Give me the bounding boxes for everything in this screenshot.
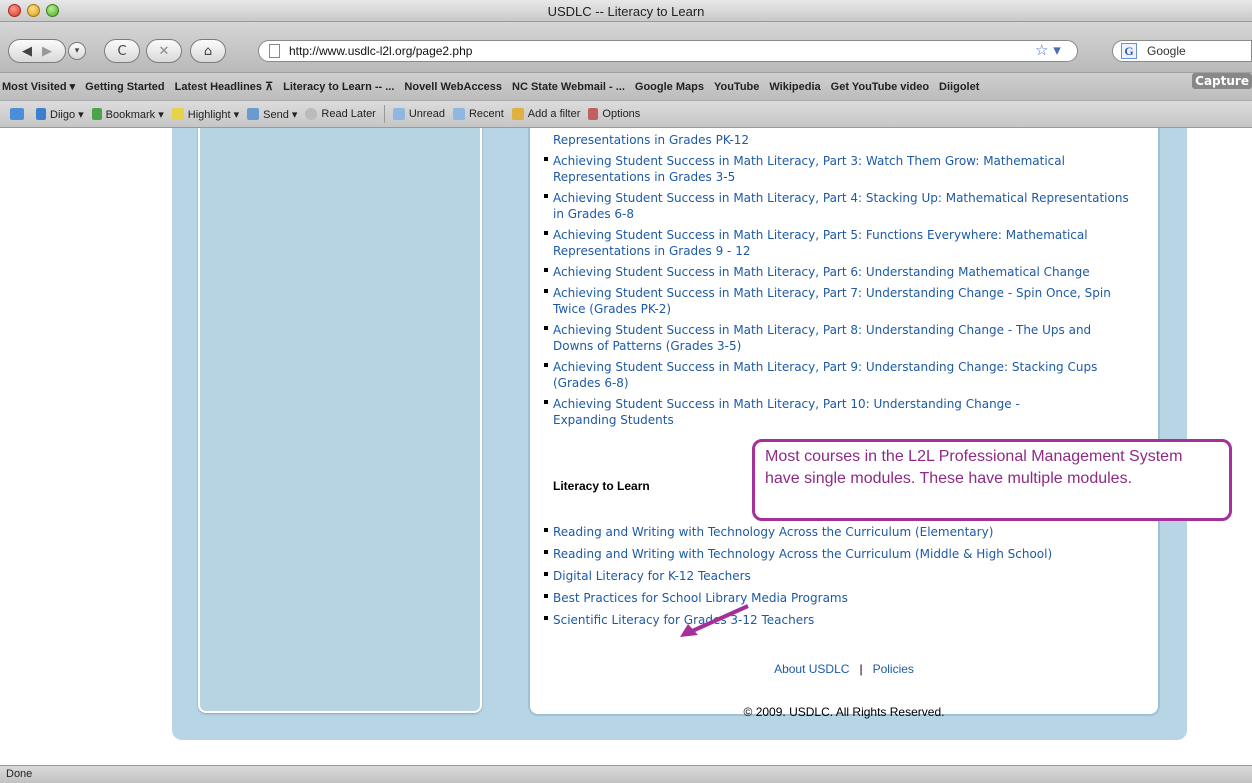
bookmark-menu[interactable]: Bookmark ▾	[91, 108, 164, 121]
bullet-icon	[544, 400, 548, 404]
bullet-icon	[544, 594, 548, 598]
bookmark-ncstate-webmail[interactable]: NC State Webmail - ...	[512, 81, 625, 93]
reload-button[interactable]: C	[104, 39, 140, 63]
course-link[interactable]: Best Practices for School Library Media …	[544, 590, 1134, 606]
capture-button[interactable]: Capture	[1192, 73, 1252, 89]
diigo-toolbar: Diigo ▾ Bookmark ▾ Highlight ▾ Send ▾ Re…	[0, 100, 1252, 128]
bullet-icon	[544, 289, 548, 293]
section-heading: Literacy to Learn	[553, 479, 650, 493]
bookmark-literacy-to-learn[interactable]: Literacy to Learn -- ...	[283, 81, 394, 93]
annotation-callout: Most courses in the L2L Professional Man…	[752, 439, 1232, 521]
policies-link[interactable]: Policies	[873, 662, 914, 676]
math-literacy-course-list: Representations in Grades PK-12 Achievin…	[544, 132, 1134, 433]
literacy-course-list: Reading and Writing with Technology Acro…	[544, 524, 1134, 634]
left-sidebar-panel	[198, 128, 482, 713]
course-link[interactable]: Reading and Writing with Technology Acro…	[544, 524, 1134, 540]
send-icon	[247, 108, 260, 120]
window-title: USDLC -- Literacy to Learn	[547, 4, 705, 19]
callout-arrow-icon	[680, 604, 749, 637]
course-link[interactable]: Representations in Grades PK-12	[544, 132, 1134, 148]
course-link[interactable]: Achieving Student Success in Math Litera…	[544, 322, 1134, 354]
address-bar[interactable]: http://www.usdlc-l2l.org/page2.php	[258, 40, 1078, 62]
reload-icon: C	[117, 43, 127, 59]
bookmark-diigolet[interactable]: Diigolet	[939, 81, 979, 93]
send-menu[interactable]: Send ▾	[247, 108, 297, 121]
status-bar: Done	[0, 765, 1252, 783]
back-arrow-icon[interactable]: ◀	[22, 44, 32, 59]
filter-icon	[511, 108, 524, 120]
stop-button[interactable]: ✕	[146, 39, 182, 63]
read-later-icon	[305, 108, 318, 120]
bookmark-latest-headlines[interactable]: Latest Headlines ⊼	[175, 80, 274, 93]
course-link[interactable]: Digital Literacy for K-12 Teachers	[544, 568, 1134, 584]
course-link[interactable]: Achieving Student Success in Math Litera…	[544, 190, 1134, 222]
folder-icon	[452, 108, 465, 120]
bullet-icon	[544, 326, 548, 330]
folder-icon	[392, 108, 405, 120]
bookmark-novell-webaccess[interactable]: Novell WebAccess	[404, 81, 502, 93]
course-link[interactable]: Achieving Student Success in Math Litera…	[544, 285, 1134, 317]
course-link[interactable]: Scientific Literacy for Grades 3-12 Teac…	[544, 612, 1134, 628]
diigo-logo-icon	[36, 108, 46, 120]
google-icon[interactable]: G	[1121, 43, 1137, 59]
footer-links: About USDLC | Policies	[528, 662, 1160, 676]
options-icon	[588, 108, 599, 120]
unread-button[interactable]: Unread	[392, 108, 445, 120]
bullet-icon	[544, 268, 548, 272]
toolbar-divider	[383, 105, 385, 123]
bullet-icon	[544, 572, 548, 576]
bookmark-wikipedia[interactable]: Wikipedia	[769, 81, 820, 93]
bookmark-icon	[91, 108, 102, 120]
page-icon	[269, 44, 280, 58]
course-link[interactable]: Achieving Student Success in Math Litera…	[544, 264, 1134, 280]
bookmark-youtube[interactable]: YouTube	[714, 81, 759, 93]
url-text[interactable]: http://www.usdlc-l2l.org/page2.php	[289, 44, 472, 58]
add-filter-button[interactable]: Add a filter	[511, 108, 580, 120]
bookmark-google-maps[interactable]: Google Maps	[635, 81, 704, 93]
options-button[interactable]: Options	[588, 108, 640, 120]
highlight-icon	[171, 108, 184, 120]
search-input[interactable]: Google	[1147, 44, 1186, 58]
bullet-icon	[544, 528, 548, 532]
bullet-icon	[544, 194, 548, 198]
home-icon: ⌂	[203, 43, 213, 59]
bookmark-get-youtube-video[interactable]: Get YouTube video	[831, 81, 929, 93]
window-titlebar: USDLC -- Literacy to Learn	[0, 0, 1252, 22]
course-link[interactable]: Achieving Student Success in Math Litera…	[544, 227, 1134, 259]
navigation-toolbar: ◀ ▶ ▾ C ✕ ⌂ http://www.usdlc-l2l.org/pag…	[0, 22, 1252, 72]
forward-arrow-icon[interactable]: ▶	[42, 44, 52, 59]
footer-separator: |	[859, 662, 863, 676]
history-dropdown-button[interactable]: ▾	[68, 42, 86, 60]
course-link[interactable]: Reading and Writing with Technology Acro…	[544, 546, 1134, 562]
course-link[interactable]: Achieving Student Success in Math Litera…	[544, 396, 1064, 428]
about-link[interactable]: About USDLC	[774, 662, 849, 676]
course-link[interactable]: Achieving Student Success in Math Litera…	[544, 359, 1134, 391]
bookmarks-bar: Most Visited ▾ Getting Started Latest He…	[0, 72, 1252, 100]
home-button[interactable]: ⌂	[190, 39, 226, 63]
back-forward-buttons[interactable]: ◀ ▶	[8, 39, 66, 63]
read-later-button[interactable]: Read Later	[305, 108, 376, 120]
bullet-icon	[544, 616, 548, 620]
bookmark-most-visited[interactable]: Most Visited ▾	[2, 80, 75, 93]
stop-icon: ✕	[158, 43, 170, 59]
bullet-icon	[544, 550, 548, 554]
highlight-menu[interactable]: Highlight ▾	[171, 108, 239, 121]
diigo-sidebar-icon[interactable]	[10, 108, 28, 120]
bookmark-star-icon[interactable]: ☆ ▾	[1035, 41, 1061, 59]
bookmark-getting-started[interactable]: Getting Started	[85, 81, 164, 93]
bullet-icon	[544, 231, 548, 235]
search-box[interactable]: G Google	[1112, 40, 1252, 62]
copyright-text: © 2009. USDLC. All Rights Reserved.	[743, 705, 945, 719]
recent-button[interactable]: Recent	[452, 108, 504, 120]
bullet-icon	[544, 363, 548, 367]
bullet-icon	[544, 157, 548, 161]
course-link[interactable]: Achieving Student Success in Math Litera…	[544, 153, 1134, 185]
diigo-menu[interactable]: Diigo ▾	[36, 108, 84, 121]
